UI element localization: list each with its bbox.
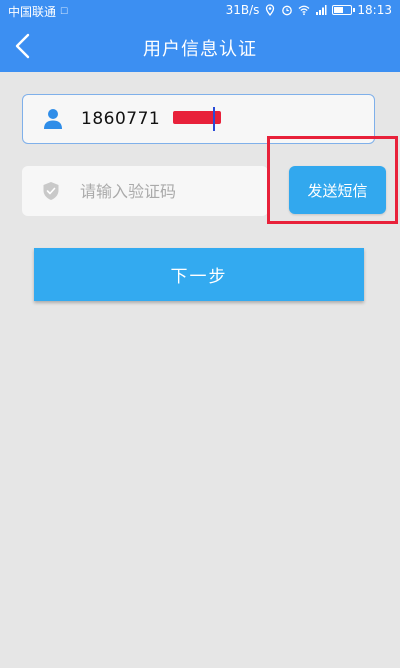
- battery-icon: [332, 5, 356, 15]
- send-sms-button[interactable]: 发送短信: [289, 166, 386, 214]
- network-speed: 31B/s: [225, 3, 260, 17]
- wifi-icon: [298, 5, 310, 16]
- carrier-label: 中国联通: [8, 5, 57, 19]
- battery-fill: [334, 7, 343, 13]
- phone-value: 1860771: [81, 109, 161, 129]
- user-icon: [44, 109, 62, 129]
- status-bar-left: 中国联通 ☐: [8, 3, 68, 20]
- signal-icon: [316, 5, 327, 15]
- status-bar-right: 31B/s 18:13: [226, 3, 392, 17]
- alarm-icon: [282, 5, 293, 16]
- location-icon: [266, 4, 275, 16]
- screen: 中国联通 ☐ 31B/s 18:13 用户信息认证 1860771 请输入验证码…: [0, 0, 400, 668]
- app-header: 用户信息认证: [0, 20, 400, 72]
- page-title: 用户信息认证: [143, 39, 257, 60]
- notification-icon: ☐: [60, 6, 69, 17]
- text-cursor: [213, 107, 215, 131]
- verification-code-field[interactable]: [22, 166, 268, 216]
- shield-icon: [43, 182, 59, 200]
- verification-code-input[interactable]: [80, 178, 260, 204]
- clock: 18:13: [357, 3, 392, 17]
- status-bar: 中国联通 ☐ 31B/s 18:13: [0, 0, 400, 20]
- next-step-button[interactable]: 下一步: [34, 248, 364, 301]
